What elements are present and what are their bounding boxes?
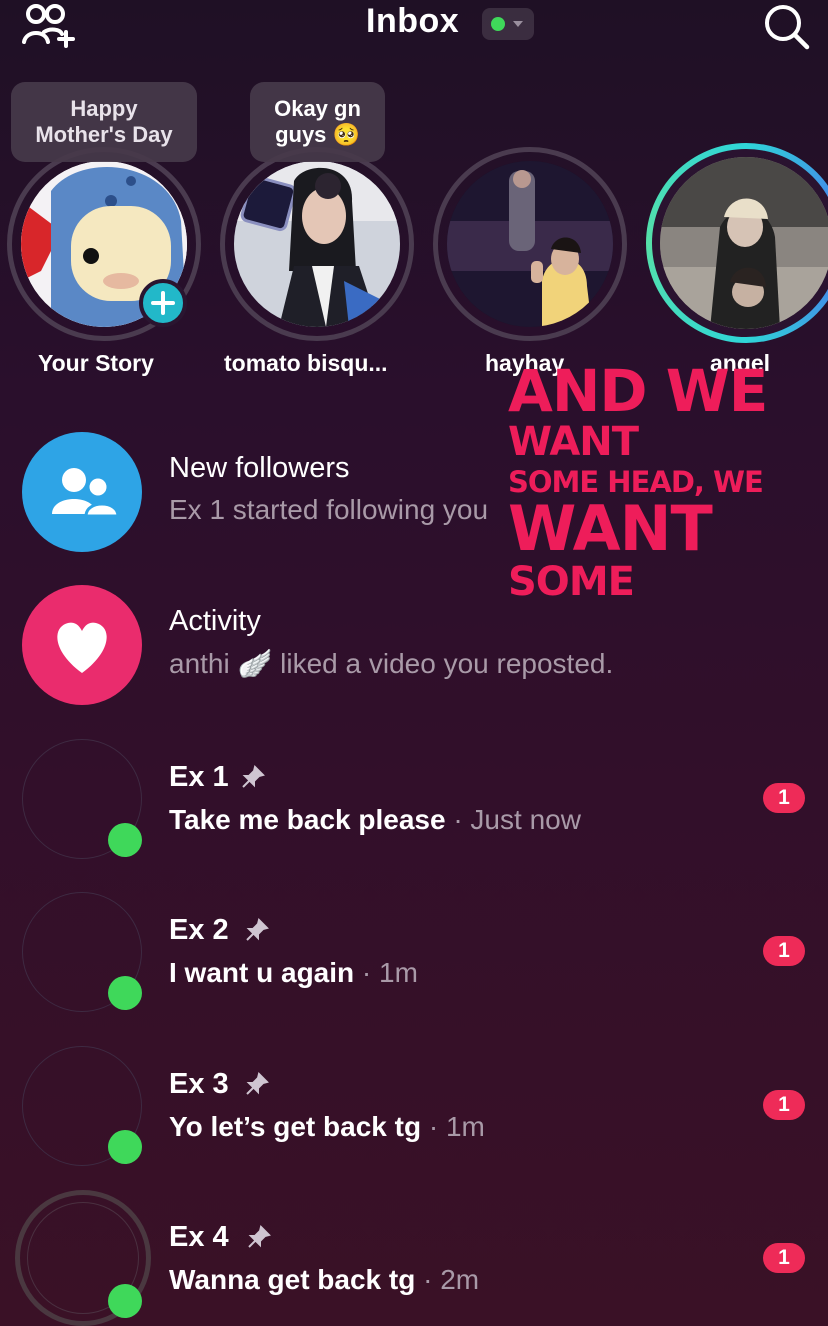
story-name: Your Story	[38, 350, 154, 376]
pin-icon	[248, 1225, 271, 1248]
chat-row[interactable]: Ex 4 Wanna get back tg · 2m 1	[0, 1190, 828, 1326]
chat-message: Take me back please · Just now	[169, 804, 581, 836]
chat-row[interactable]: Ex 1 Take me back please · Just now 1	[0, 737, 828, 867]
chat-message: Yo let’s get back tg · 1m	[169, 1111, 485, 1143]
activity-user: anthi	[169, 648, 230, 679]
heart-icon	[57, 622, 107, 673]
unread-badge: 1	[763, 783, 805, 813]
story-note-line: Okay gn	[274, 96, 361, 121]
activity-avatar	[22, 585, 142, 705]
online-status-toggle[interactable]	[482, 8, 534, 40]
wing-emoji: 🪽	[237, 648, 273, 679]
online-status-dot	[491, 17, 505, 31]
chat-name: Ex 1	[169, 761, 229, 793]
story-note-line: guys 🥺	[275, 122, 360, 147]
sticker-text-line: WANT	[508, 492, 713, 565]
story-hayhay[interactable]: hayhay	[425, 80, 635, 380]
pin-icon	[246, 1072, 269, 1095]
chat-message-text: Wanna get back tg	[169, 1264, 416, 1295]
story-angel[interactable]: angel	[638, 80, 828, 380]
sticker-text-line: WANT	[508, 419, 639, 465]
new-followers-avatar	[22, 432, 142, 552]
activity-text: liked a video you reposted.	[280, 648, 614, 679]
unread-badge: 1	[763, 1243, 805, 1273]
row-subtitle: Ex 1 started following you	[169, 494, 489, 525]
online-indicator	[108, 1284, 142, 1318]
chevron-down-icon	[513, 21, 523, 27]
story-note-bubble: Happy Mother's Day	[11, 82, 197, 162]
story-note-line: Mother's Day	[35, 122, 173, 147]
row-subtitle: anthi 🪽 liked a video you reposted.	[169, 647, 613, 680]
concert-photo-image	[447, 161, 613, 327]
inbox-header: Inbox	[0, 0, 828, 60]
add-story-button[interactable]	[139, 279, 187, 327]
search-icon[interactable]	[762, 2, 810, 50]
add-friends-icon[interactable]	[22, 2, 76, 48]
sticker-text-line: SOME	[508, 559, 635, 605]
chat-message-text: Yo let’s get back tg	[169, 1111, 422, 1142]
pin-icon	[242, 765, 265, 788]
online-indicator	[108, 823, 142, 857]
chat-time: · 2m	[423, 1264, 480, 1295]
chat-message: Wanna get back tg · 2m	[169, 1264, 479, 1296]
story-name: tomato bisqu...	[224, 350, 388, 376]
online-indicator	[108, 1130, 142, 1164]
pin-icon	[246, 918, 269, 941]
unread-badge: 1	[763, 936, 805, 966]
row-title: New followers	[169, 452, 350, 484]
people-icon	[52, 468, 120, 518]
note-dot	[315, 173, 341, 199]
plus-icon	[151, 291, 175, 315]
chat-name: Ex 4	[169, 1221, 229, 1253]
row-title: Activity	[169, 605, 261, 637]
chat-message-text: Take me back please	[169, 804, 446, 835]
story-avatar	[660, 157, 828, 329]
chat-message-text: I want u again	[169, 957, 355, 988]
chat-name: Ex 2	[169, 914, 229, 946]
chat-name: Ex 3	[169, 1068, 229, 1100]
story-note-bubble: Okay gn guys 🥺	[250, 82, 385, 162]
chat-time: · Just now	[453, 804, 581, 835]
chat-time: · 1m	[361, 957, 418, 988]
story-tomato-bisque[interactable]: Okay gn guys 🥺 tomato bisqu...	[212, 80, 422, 380]
chat-message: I want u again · 1m	[169, 957, 418, 989]
story-your-story[interactable]: Happy Mother's Day Your Story	[0, 80, 210, 380]
online-indicator	[108, 976, 142, 1010]
chat-row[interactable]: Ex 2 I want u again · 1m 1	[0, 890, 828, 1020]
activity-row[interactable]: Activity anthi 🪽 liked a video you repos…	[0, 583, 828, 713]
sticker-text-line: AND WE	[508, 357, 768, 425]
chat-row[interactable]: Ex 3 Yo let’s get back tg · 1m 1	[0, 1044, 828, 1174]
story-avatar	[447, 161, 613, 327]
unread-badge: 1	[763, 1090, 805, 1120]
page-title: Inbox	[366, 2, 460, 40]
chat-time: · 1m	[428, 1111, 485, 1142]
outdoor-photo-image	[660, 157, 828, 329]
story-note-line: Happy	[70, 96, 138, 121]
